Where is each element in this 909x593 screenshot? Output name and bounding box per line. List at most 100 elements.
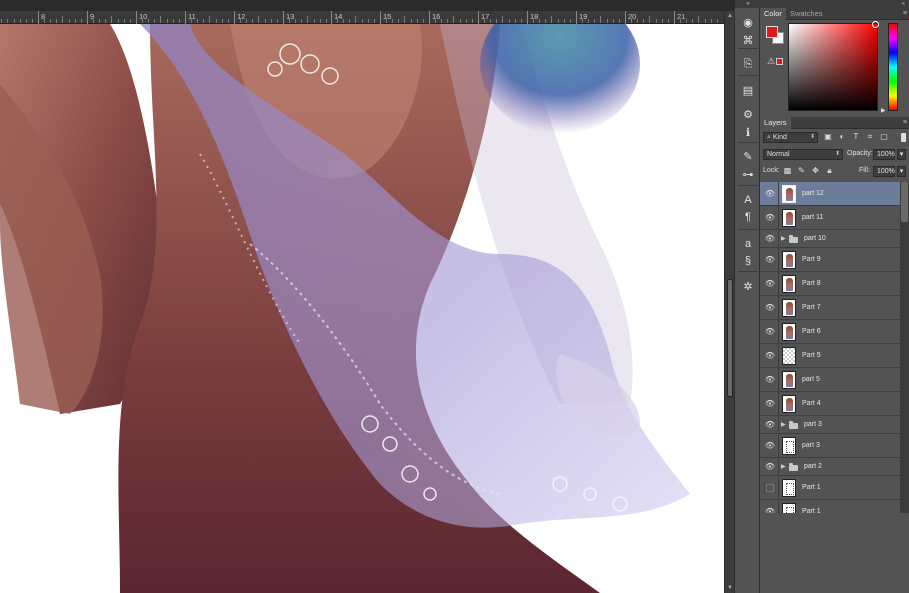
fill-dropdown-icon[interactable]: ▾ [897,166,906,177]
layer-thumbnail[interactable] [782,323,796,341]
adjustment-filter-icon[interactable]: ◐ [837,132,847,142]
visibility-eye-icon[interactable]: 👁︎ [764,375,776,384]
lock-all-icon[interactable]: 🔒︎ [824,165,835,177]
layer-group-name[interactable]: part 2 [804,463,822,470]
tab-layers[interactable]: Layers [760,117,791,129]
layer-row[interactable]: 👁︎ Part 6 [760,320,900,344]
layer-group-name[interactable]: part 10 [804,235,826,242]
visibility-eye-icon[interactable]: 👁︎ [764,399,776,408]
info-icon[interactable]: ℹ [740,124,756,140]
layer-group-row[interactable]: 👁︎ ▶ part 10 [760,230,900,248]
lock-transparent-icon[interactable]: ▩ [782,165,793,177]
group-expand-icon[interactable]: ▶ [781,235,786,242]
paragraph-styles-icon[interactable]: § [740,253,756,269]
layer-row[interactable]: 👁︎ Part 9 [760,248,900,272]
layer-row[interactable]: Part 1 [760,476,900,500]
layer-thumbnail[interactable] [782,395,796,413]
layer-row[interactable]: 👁︎ part 5 [760,368,900,392]
layer-group-name[interactable]: part 3 [804,421,822,428]
lock-position-icon[interactable]: ✥ [810,165,821,177]
layer-name[interactable]: Part 8 [802,280,821,287]
visibility-eye-icon[interactable]: 👁︎ [764,327,776,336]
type-filter-icon[interactable]: T [851,132,861,142]
layer-name[interactable]: Part 1 [802,484,821,491]
layer-name[interactable]: part 5 [802,376,820,383]
visibility-eye-icon[interactable]: 👁︎ [764,351,776,360]
hue-marker-icon[interactable]: ▶ [881,107,886,114]
fill-field[interactable]: 100% [873,166,895,177]
layer-name[interactable]: part 11 [802,214,823,221]
visibility-eye-icon[interactable]: 👁︎ [764,279,776,288]
layer-thumbnail[interactable] [782,371,796,389]
layers-scroll-thumb[interactable] [901,182,908,222]
visibility-eye-icon[interactable]: 👁︎ [764,255,776,264]
layer-thumbnail[interactable] [782,347,796,365]
layer-thumbnail[interactable] [782,437,796,455]
shape-filter-icon[interactable]: ⌗ [865,132,875,142]
path-tool-icon[interactable]: ⌘ [740,32,756,48]
tool-presets-icon[interactable]: ⊶ [740,166,756,182]
document-canvas[interactable] [0,24,724,593]
adjustments-icon[interactable]: ⚙ [740,106,756,122]
layer-name[interactable]: Part 5 [802,352,821,359]
foreground-color-swatch[interactable] [766,26,778,38]
filter-kind-select[interactable]: ⌕ Kind ⬍ [763,132,818,143]
layer-thumbnail[interactable] [782,185,796,203]
visibility-off-box[interactable] [766,484,774,492]
collapse-icons-icon[interactable]: « [735,0,761,8]
scroll-up-icon[interactable]: ▲ [726,12,734,20]
scroll-thumb[interactable] [727,279,733,397]
visibility-eye-icon[interactable]: 👁︎ [764,303,776,312]
character-styles-icon[interactable]: a [740,236,756,252]
character-icon[interactable]: A [740,192,756,208]
layer-thumbnail[interactable] [782,479,796,497]
brushes-icon[interactable]: ▤ [740,82,756,98]
layer-row[interactable]: 👁︎ part 3 [760,434,900,458]
scroll-down-icon[interactable]: ▼ [726,584,734,592]
pixel-filter-icon[interactable]: ▣ [823,132,833,142]
tab-swatches[interactable]: Swatches [786,8,827,20]
color-spectrum-field[interactable] [788,23,878,111]
layer-row[interactable]: 👁︎ part 12 [760,182,900,206]
visibility-eye-icon[interactable]: 👁︎ [764,441,776,450]
layer-thumbnail[interactable] [782,275,796,293]
layer-name[interactable]: part 3 [802,442,820,449]
group-expand-icon[interactable]: ▶ [781,421,786,428]
layer-thumbnail[interactable] [782,209,796,227]
hue-slider[interactable] [888,23,898,111]
panel-menu-icon[interactable]: ≡ [903,8,907,20]
layer-row[interactable]: 👁︎ Part 8 [760,272,900,296]
layer-thumbnail[interactable] [782,251,796,269]
layer-name[interactable]: Part 9 [802,256,821,263]
history-brush-icon[interactable]: ⎘ [740,56,756,72]
visibility-eye-icon[interactable]: 👁︎ [764,462,776,471]
layers-scrollbar[interactable] [900,182,909,513]
blend-mode-select[interactable]: Normal ⬍ [763,149,843,160]
horizontal-ruler[interactable]: 8 9 10 11 12 13 14 15 16 17 18 19 20 21 [0,11,724,24]
filter-toggle[interactable] [901,133,906,142]
3d-icon[interactable]: ✲ [740,278,756,294]
group-expand-icon[interactable]: ▶ [781,463,786,470]
layer-row[interactable]: 👁︎ Part 5 [760,344,900,368]
layer-name[interactable]: Part 7 [802,304,821,311]
collapse-panels-icon[interactable]: « [760,0,909,8]
layer-name[interactable]: part 12 [802,190,824,197]
tab-color[interactable]: Color [760,8,786,20]
visibility-eye-icon[interactable]: 👁︎ [764,234,776,243]
layer-row[interactable]: 👁︎ Part 4 [760,392,900,416]
clone-source-icon[interactable]: ✎ [740,148,756,164]
opacity-field[interactable]: 100% [873,149,895,160]
opacity-dropdown-icon[interactable]: ▾ [897,149,906,160]
visibility-eye-icon[interactable]: 👁︎ [764,189,776,198]
layer-name[interactable]: Part 4 [802,400,821,407]
layer-group-row[interactable]: 👁︎ ▶ part 2 [760,458,900,476]
out-of-gamut-warning-icon[interactable]: ⚠ [767,56,775,67]
color-wheel-icon[interactable]: ◉ [740,14,756,30]
lock-image-icon[interactable]: ✎ [796,165,807,177]
vertical-scrollbar[interactable]: ▲ ▼ [724,11,734,593]
layers-menu-icon[interactable]: ≡ [903,117,907,129]
layer-row[interactable]: 👁︎ Part 7 [760,296,900,320]
layer-thumbnail[interactable] [782,299,796,317]
paragraph-icon[interactable]: ¶ [740,209,756,225]
gamut-color-swatch[interactable] [776,58,783,65]
